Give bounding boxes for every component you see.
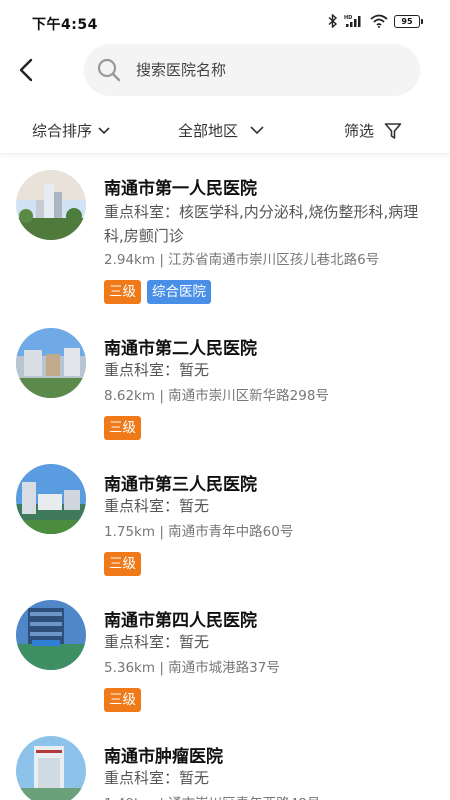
wifi-icon: [370, 14, 388, 28]
hospital-name: 南通市肿瘤医院: [104, 747, 223, 767]
hospital-address: 1.75km | 南通市青年中路60号: [104, 524, 294, 540]
hospital-photo: [16, 736, 86, 800]
level-badge: 三级: [104, 688, 141, 712]
status-icons: HD 95: [328, 13, 423, 29]
hospital-photo: [16, 328, 86, 398]
svg-text:HD: HD: [344, 15, 352, 21]
chevron-down-icon: [98, 126, 110, 134]
hospital-name: 南通市第四人民医院: [104, 611, 257, 631]
back-button[interactable]: [10, 54, 42, 86]
hospital-photo: [16, 464, 86, 534]
hospital-departments: 重点科室：暂无: [104, 497, 210, 515]
hospital-item[interactable]: 南通市肿瘤医院 重点科室：暂无 1.49km | 通市崇川区青年西路48号: [0, 724, 450, 800]
type-badge: 综合医院: [147, 280, 211, 304]
signal-icon: HD: [344, 14, 364, 28]
area-dropdown[interactable]: 全部地区: [178, 120, 264, 141]
hospital-item[interactable]: 南通市第二人民医院 重点科室：暂无 8.62km | 南通市崇川区新华路298号…: [0, 316, 450, 452]
filter-label: 筛选: [344, 122, 375, 140]
hospital-address: 1.49km | 通市崇川区青年西路48号: [104, 792, 320, 800]
hospital-address: 5.36km | 南通市城港路37号: [104, 660, 280, 676]
hospital-name: 南通市第二人民医院: [104, 339, 257, 359]
hospital-address: 2.94km | 江苏省南通市崇川区孩儿巷北路6号: [104, 252, 380, 268]
level-badge: 三级: [104, 280, 141, 304]
hospital-item[interactable]: 南通市第四人民医院 重点科室：暂无 5.36km | 南通市城港路37号 三级: [0, 588, 450, 724]
area-label: 全部地区: [178, 122, 239, 140]
hospital-departments: 重点科室：暂无: [104, 633, 210, 651]
search-box[interactable]: [84, 44, 420, 96]
hospital-item[interactable]: 南通市第三人民医院 重点科室：暂无 1.75km | 南通市青年中路60号 三级: [0, 452, 450, 588]
bluetooth-icon: [328, 14, 338, 28]
hospital-departments: 重点科室：核医学科,内分泌科,烧伤整形科,病理科,房颤门诊: [104, 203, 419, 245]
status-bar: 下午4:54 HD 95: [0, 0, 450, 40]
hospital-address: 8.62km | 南通市崇川区新华路298号: [104, 388, 329, 404]
sort-dropdown[interactable]: 综合排序: [32, 120, 110, 141]
chevron-left-icon: [19, 58, 33, 82]
hospital-departments: 重点科室：暂无: [104, 361, 210, 379]
hospital-tags: 三级: [104, 416, 141, 440]
filter-bar: 综合排序 全部地区 筛选: [0, 108, 450, 154]
level-badge: 三级: [104, 552, 141, 576]
level-badge: 三级: [104, 416, 141, 440]
status-time: 下午4:54: [32, 17, 98, 33]
battery-icon: 95: [394, 14, 423, 28]
hospital-name: 南通市第一人民医院: [104, 179, 257, 199]
search-input[interactable]: [136, 44, 406, 96]
hospital-tags: 三级: [104, 552, 141, 576]
chevron-down-icon: [250, 126, 264, 135]
hospital-item[interactable]: 南通市第一人民医院 重点科室：核医学科,内分泌科,烧伤整形科,病理科,房颤门诊 …: [0, 160, 450, 316]
header: [0, 42, 450, 100]
filter-button[interactable]: 筛选: [344, 120, 402, 141]
hospital-tags: 三级: [104, 688, 141, 712]
sort-label: 综合排序: [32, 122, 93, 140]
hospital-photo: [16, 170, 86, 240]
funnel-icon: [384, 122, 402, 139]
hospital-photo: [16, 600, 86, 670]
hospital-name: 南通市第三人民医院: [104, 475, 257, 495]
search-icon: [96, 57, 122, 83]
hospital-departments: 重点科室：暂无: [104, 769, 210, 787]
hospital-tags: 三级 综合医院: [104, 280, 211, 304]
